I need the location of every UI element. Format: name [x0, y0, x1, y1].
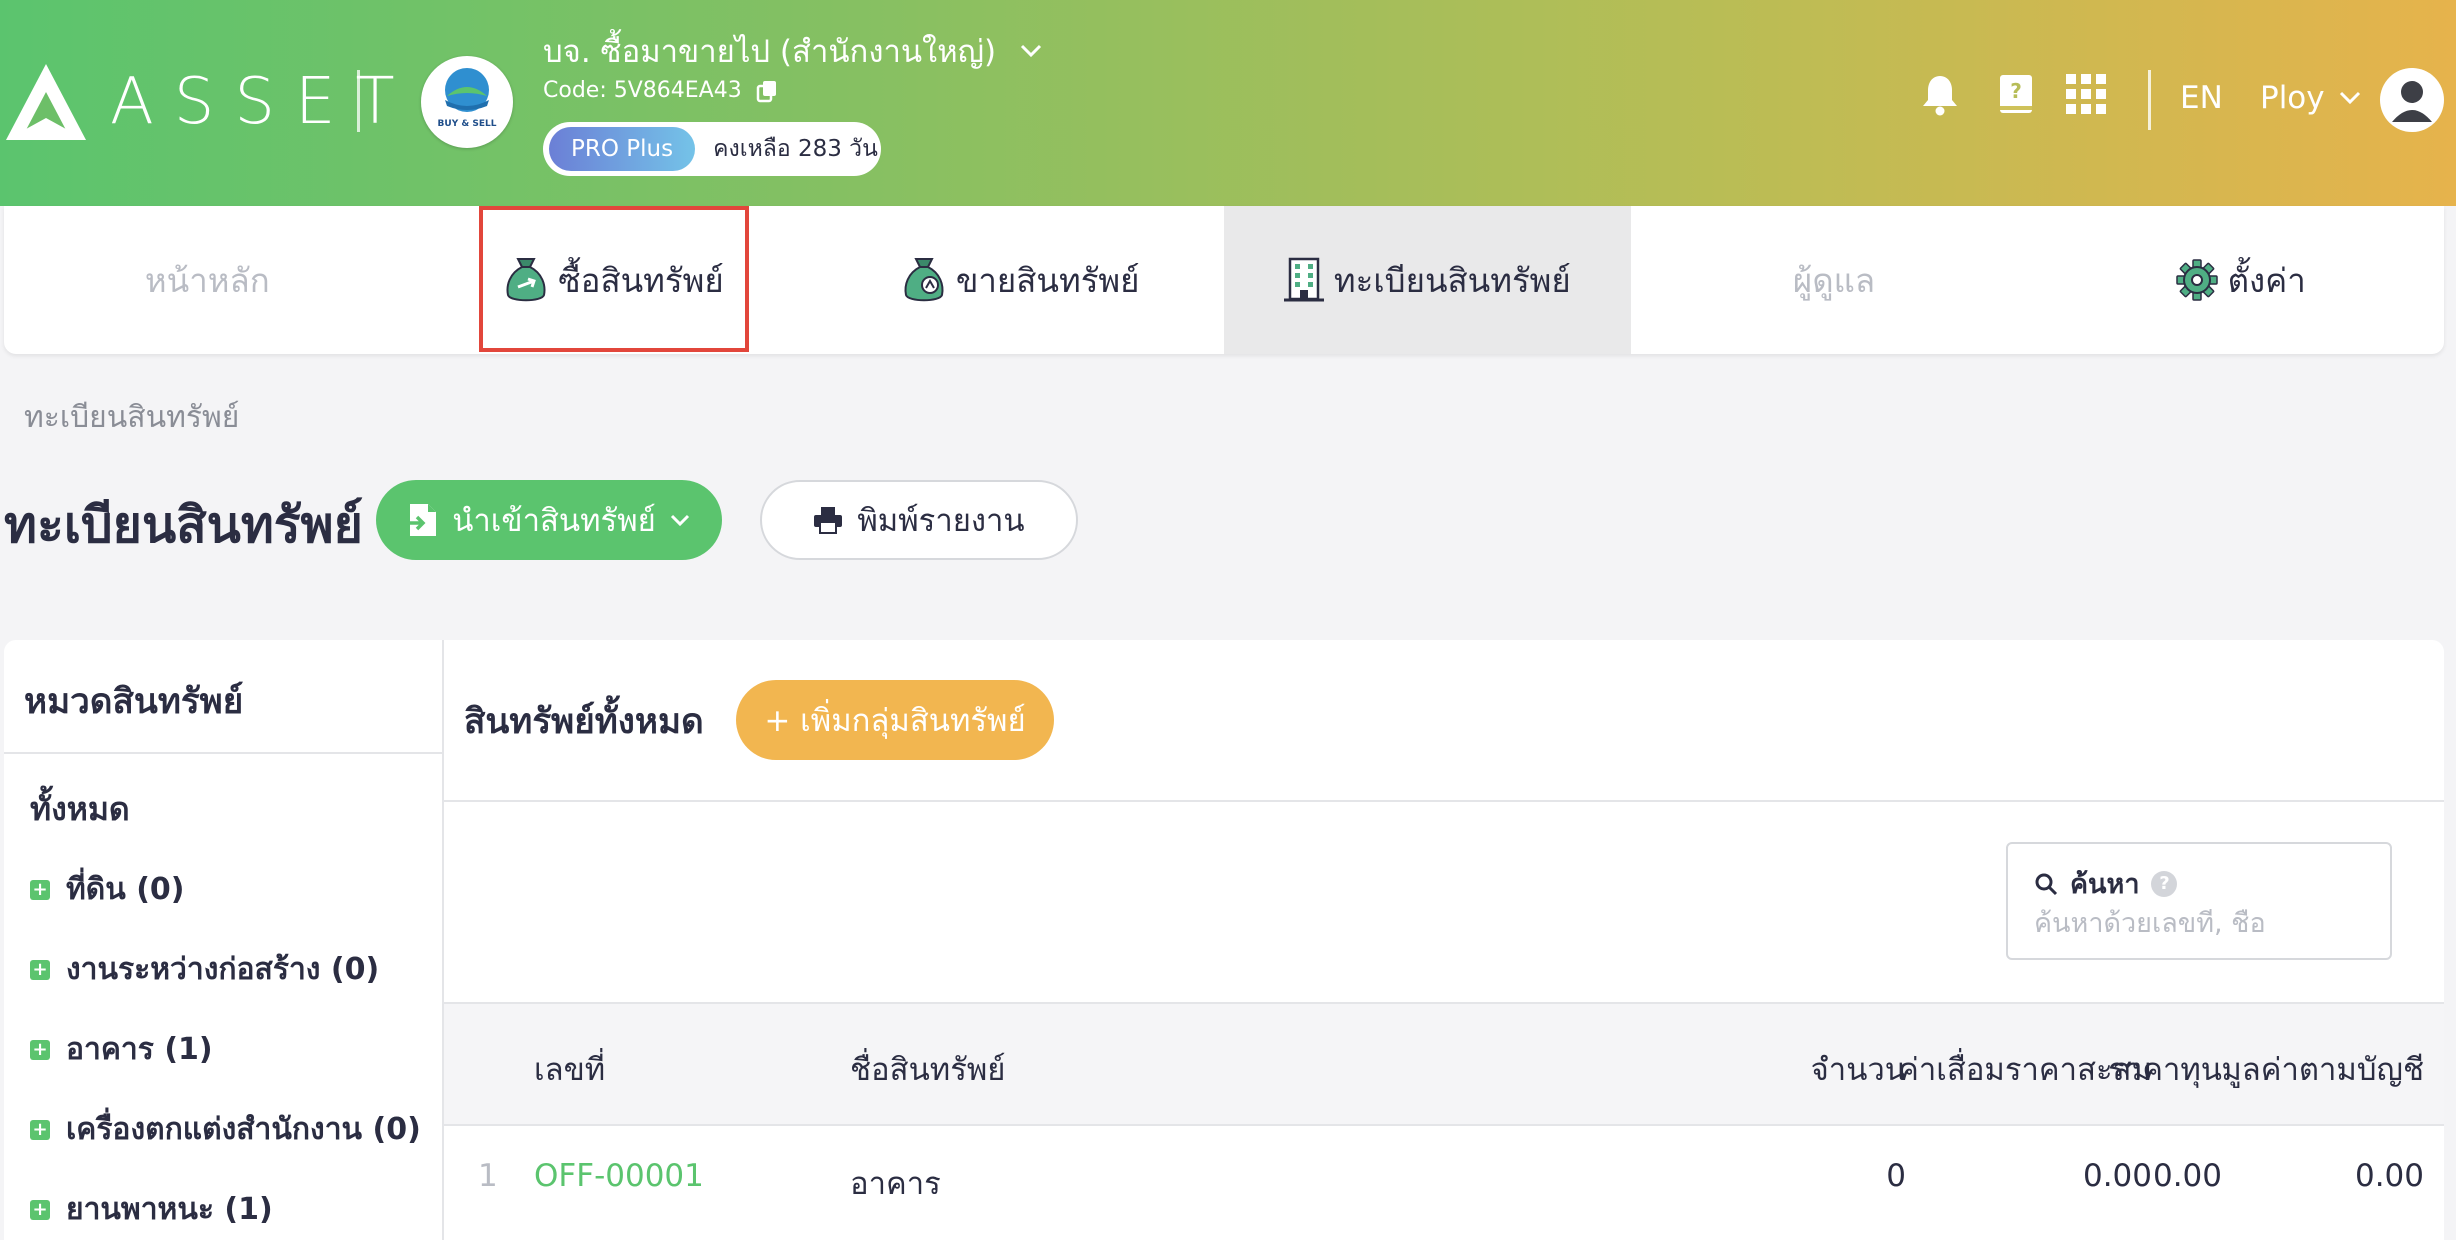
- asset-number-link[interactable]: OFF-00001: [534, 1158, 704, 1194]
- company-logo-text: BUY & SELL: [438, 119, 497, 129]
- add-asset-group-button[interactable]: + เพิ่มกลุ่มสินทรัพย์: [736, 680, 1054, 760]
- tab-label: ผู้ดูแล: [1792, 260, 1876, 300]
- logo-divider: [357, 70, 360, 132]
- tab-label: ตั้งค่า: [2227, 260, 2306, 300]
- expand-plus-icon[interactable]: +: [30, 879, 50, 900]
- bell-icon[interactable]: [1918, 72, 1962, 116]
- money-bag-out-icon: [904, 258, 944, 302]
- expand-plus-icon[interactable]: +: [30, 1119, 50, 1140]
- import-asset-label: นำเข้าสินทรัพย์: [452, 503, 656, 539]
- tab-custodian[interactable]: ผู้ดูแล: [1631, 206, 2038, 354]
- user-menu[interactable]: Ploy: [2260, 80, 2361, 116]
- table-row[interactable]: 1 OFF-00001 อาคาร 0 0.00 0.00 0.00: [444, 1128, 2444, 1228]
- printer-icon: [814, 507, 843, 534]
- plan-status[interactable]: PRO Plus คงเหลือ 283 วัน: [543, 122, 881, 176]
- search-label-row: ค้นหา ?: [2034, 862, 2178, 905]
- chevron-down-icon: [670, 514, 689, 526]
- company-code-row: Code: 5V864EA43: [543, 78, 778, 103]
- chevron-down-icon: [2339, 91, 2360, 105]
- help-icon[interactable]: ?: [2151, 870, 2178, 897]
- company-logo[interactable]: BUY & SELL: [421, 56, 513, 148]
- help-book-icon[interactable]: ?: [1994, 72, 2038, 116]
- language-switch[interactable]: EN: [2180, 80, 2223, 116]
- all-assets-title: สินทรัพย์ทั้งหมด: [464, 702, 704, 742]
- money-bag-in-icon: [506, 258, 546, 302]
- search-icon: [2035, 873, 2058, 895]
- category-title: หมวดสินทรัพย์: [24, 682, 244, 722]
- column-header-book-value[interactable]: มูลค่าตามบัญชี: [2221, 1044, 2424, 1094]
- file-import-icon: [408, 504, 437, 536]
- category-label: งานระหว่างก่อสร้าง (0): [66, 952, 380, 987]
- divider: [444, 800, 2444, 802]
- asset-book-value: 0.00: [2354, 1158, 2424, 1194]
- category-item-building[interactable]: + อาคาร (1): [30, 1026, 213, 1073]
- tab-label: ทะเบียนสินทรัพย์: [1333, 260, 1571, 300]
- app-logo[interactable]: ASSET: [4, 60, 415, 144]
- user-icon: [2392, 81, 2432, 122]
- tab-buy-asset[interactable]: ซื้อสินทรัพย์: [411, 206, 818, 354]
- apps-grid-icon[interactable]: [2064, 72, 2108, 116]
- category-label: อาคาร (1): [66, 1032, 213, 1067]
- avatar[interactable]: [2380, 68, 2444, 132]
- category-item-land[interactable]: + ที่ดิน (0): [30, 866, 185, 913]
- expand-plus-icon[interactable]: +: [30, 959, 50, 980]
- expand-plus-icon[interactable]: +: [30, 1039, 50, 1060]
- copy-icon[interactable]: [756, 79, 778, 103]
- tab-sell-asset[interactable]: ขายสินทรัพย์: [817, 206, 1224, 354]
- company-code: Code: 5V864EA43: [543, 78, 742, 103]
- asset-depreciation: 0.00: [2082, 1158, 2152, 1194]
- header-divider: [2148, 70, 2151, 130]
- company-logo-icon: BUY & SELL: [438, 68, 497, 129]
- column-header-depreciation[interactable]: ค่าเสื่อมราคาสะสม: [1898, 1044, 2152, 1094]
- asset-panel: หมวดสินทรัพย์ ทั้งหมด + ที่ดิน (0) + งาน…: [4, 640, 2444, 1240]
- category-item-construction[interactable]: + งานระหว่างก่อสร้าง (0): [30, 946, 379, 993]
- category-item-office-furniture[interactable]: + เครื่องตกแต่งสำนักงาน (0): [30, 1106, 421, 1153]
- chevron-down-icon: [1021, 44, 1042, 58]
- company-name: บจ. ซื้อมาขายไป (สำนักงานใหญ่): [543, 34, 997, 70]
- divider: [4, 752, 442, 754]
- app-header: ASSET BUY & SELL บจ. ซื้อมาขายไป (สำนักง…: [0, 0, 2456, 206]
- expand-plus-icon[interactable]: +: [30, 1199, 50, 1220]
- column-header-number[interactable]: เลขที่: [534, 1044, 605, 1094]
- asset-logo-icon: [6, 64, 86, 140]
- user-name: Ploy: [2260, 80, 2325, 116]
- print-report-label: พิมพ์รายงาน: [857, 503, 1025, 539]
- row-index: 1: [478, 1158, 498, 1194]
- print-report-button[interactable]: พิมพ์รายงาน: [760, 480, 1078, 560]
- plan-badge: PRO Plus: [549, 127, 696, 171]
- building-icon: [1283, 257, 1324, 302]
- svg-text:?: ?: [2010, 79, 2022, 103]
- import-asset-button[interactable]: นำเข้าสินทรัพย์: [376, 480, 722, 560]
- search-input[interactable]: [2034, 908, 2364, 939]
- category-label: เครื่องตกแต่งสำนักงาน (0): [66, 1112, 421, 1147]
- plan-remaining: คงเหลือ 283 วัน: [713, 136, 878, 162]
- breadcrumb[interactable]: ทะเบียนสินทรัพย์: [24, 394, 239, 441]
- tab-label: หน้าหลัก: [144, 260, 270, 300]
- tab-settings[interactable]: ตั้งค่า: [2037, 206, 2444, 354]
- column-header-name[interactable]: ชื่อสินทรัพย์: [850, 1044, 1005, 1094]
- tab-label: ขายสินทรัพย์: [955, 260, 1140, 300]
- category-all[interactable]: ทั้งหมด: [30, 784, 130, 835]
- tab-home[interactable]: หน้าหลัก: [4, 206, 411, 354]
- company-selector[interactable]: บจ. ซื้อมาขายไป (สำนักงานใหญ่): [543, 26, 1042, 76]
- tab-label: ซื้อสินทรัพย์: [558, 260, 724, 300]
- search-label: ค้นหา: [2070, 869, 2140, 900]
- category-sidebar: หมวดสินทรัพย์ ทั้งหมด + ที่ดิน (0) + งาน…: [4, 640, 444, 1240]
- search-box: ค้นหา ?: [2006, 842, 2392, 960]
- gear-icon: [2175, 259, 2218, 301]
- main-nav: หน้าหลัก ซื้อสินทรัพย์ ขายสินทรัพย์ ทะเบ…: [4, 206, 2444, 354]
- category-label: ที่ดิน (0): [66, 872, 185, 907]
- tab-asset-register[interactable]: ทะเบียนสินทรัพย์: [1224, 206, 1631, 354]
- table-header: เลขที่ ชื่อสินทรัพย์ จำนวน ราคาทุน ค่าเส…: [444, 1002, 2444, 1126]
- logo-text: ASSET: [110, 65, 415, 139]
- asset-name: อาคาร: [850, 1166, 941, 1202]
- page-title: ทะเบียนสินทรัพย์: [4, 496, 363, 554]
